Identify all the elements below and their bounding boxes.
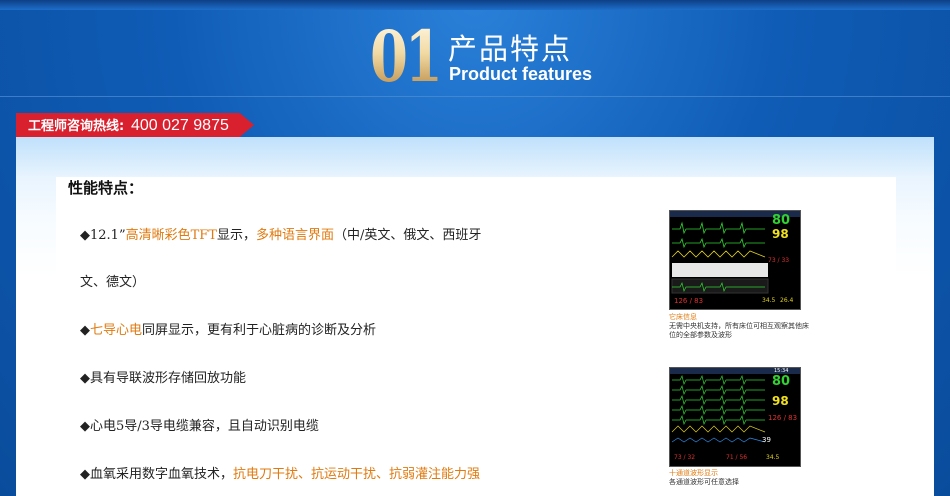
feature-item: ◆12.1”高清晰彩色TFT显示，多种语言界面（中/英文、俄文、西班牙 [80,224,481,243]
feature-highlight: 抗电刀干扰、抗运动干扰、抗弱灌注能力强 [233,467,481,482]
feature-text: ◆血氧采用数字血氧技术， [80,467,233,482]
monitor-1-nibp: 73 / 33 [768,257,790,264]
feature-item: ◆七导心电同屏显示，更有利于心脏病的诊断及分析 [80,319,376,338]
feature-text: 文、德文） [80,275,146,290]
feature-item: ◆具有导联波形存储回放功能 [80,367,246,386]
monitor-2-caption-text: 各通道波形可任意选择 [669,478,739,486]
feature-text: （中/英文、俄文、西班牙 [334,228,482,243]
feature-highlight: 多种语言界面 [255,228,334,243]
monitor-1-c: 26.4 [780,297,794,304]
monitor-2-spo2: 98 [772,394,789,408]
monitor-2-b: 73 / 32 [674,454,696,461]
hotline-banner: 工程师咨询热线: 400 027 9875 [16,113,254,137]
section-title: 性能特点： [68,179,144,197]
hotline-label: 工程师咨询热线: [28,119,125,134]
feature-text: ◆具有导联波形存储回放功能 [80,371,246,386]
feature-item: ◆心电5导/3导电缆兼容，且自动识别电缆 [80,415,319,434]
monitor-1-caption-text: 无需中央机支持，所有床位可相互观察其他床位的全部参数及波形 [669,322,809,339]
monitor-1-b: 34.5 [762,297,776,304]
feature-text: ◆12.1” [80,228,126,243]
page-title-en: Product features [449,64,593,84]
page-title-cn: 产品特点 [448,32,573,66]
monitor-2-caption-title: 十通道波形显示 [669,469,718,477]
feature-highlight: 高清晰彩色TFT [125,228,217,243]
feature-text: ◆ [80,323,90,338]
feature-item: ◆血氧采用数字血氧技术，抗电刀干扰、抗运动干扰、抗弱灌注能力强 [80,463,480,482]
monitor-2-c: 71 / 56 [726,454,748,461]
section-number: 01 [370,15,443,98]
monitor-image-1: 80 98 73 / 33 126 / 83 34.5 26.4 [669,210,801,310]
feature-item: 文、德文） [80,271,145,290]
feature-text: 同屏显示，更有利于心脏病的诊断及分析 [142,323,377,338]
hotline-number[interactable]: 400 027 9875 [131,117,229,134]
monitor-1-spo2: 98 [772,227,789,241]
monitor-image-2: 15:34 80 98 126 / 83 39 73 / 32 71 / 56 … [669,367,801,467]
top-band [0,0,950,10]
header-divider [0,96,950,97]
monitor-1-a: 126 / 83 [674,297,704,305]
monitor-2-a: 126 / 83 [768,414,798,422]
monitor-2-d: 39 [762,436,771,444]
monitor-2-e: 34.5 [766,454,780,461]
monitor-2-hr: 80 [772,374,791,389]
monitor-1-caption-title: 它床信息 [669,313,697,321]
feature-text: ◆心电5导/3导电缆兼容，且自动识别电缆 [80,419,319,434]
feature-highlight: 七导心电 [90,323,143,338]
monitor-1-hr: 80 [772,213,791,228]
feature-text: 显示， [216,228,256,243]
